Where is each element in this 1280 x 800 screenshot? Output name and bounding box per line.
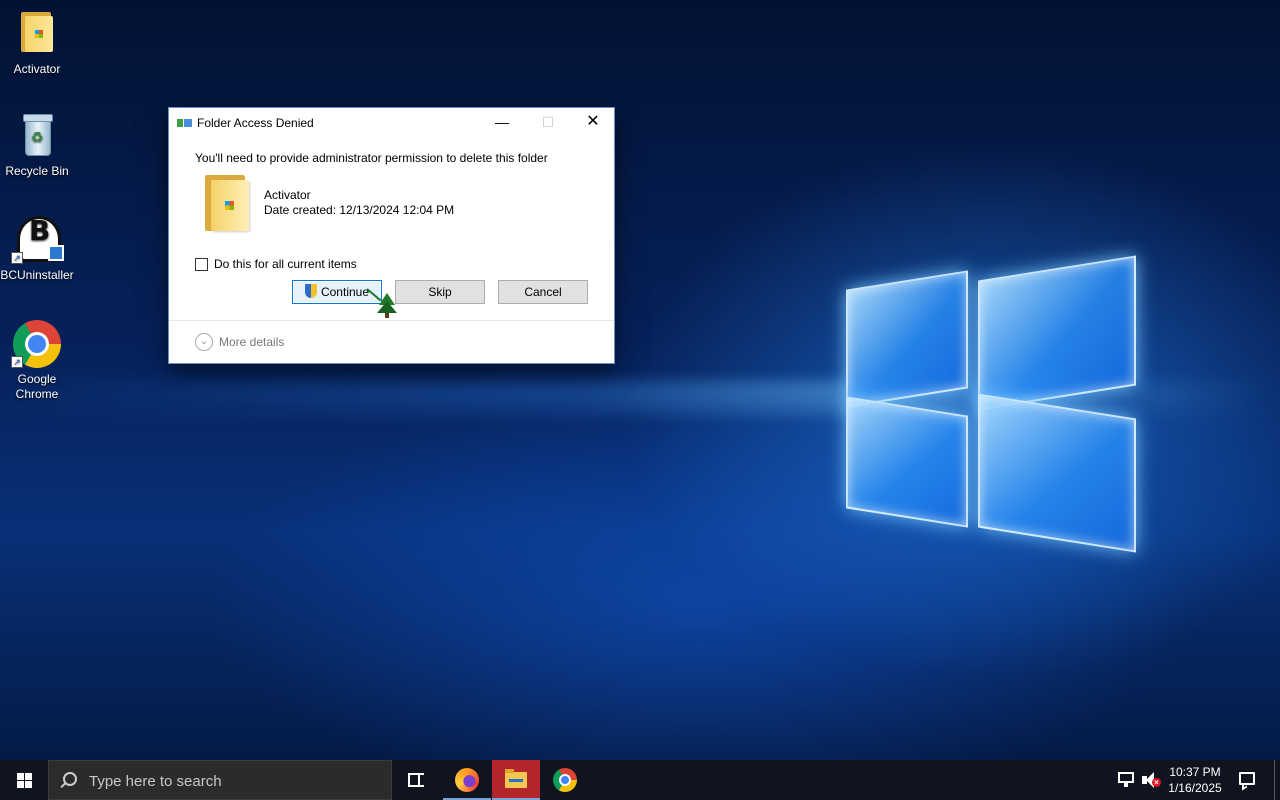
chrome-icon: ↗ <box>11 320 61 368</box>
desktop-icon-recycle-bin[interactable]: ♻ Recycle Bin <box>0 112 74 179</box>
item-name: Activator <box>264 188 311 202</box>
desktop: Activator ♻ Recycle Bin B ↗ BCUninstalle… <box>0 0 1280 760</box>
desktop-icon-label: Activator <box>13 62 61 76</box>
bcuninstaller-icon: B ↗ <box>11 216 64 264</box>
apply-all-row[interactable]: Do this for all current items <box>195 257 357 271</box>
task-view-icon <box>408 773 420 787</box>
folder-icon <box>205 175 251 231</box>
firefox-icon <box>455 768 479 792</box>
search-placeholder: Type here to search <box>89 773 222 790</box>
volume-muted-icon[interactable]: × <box>1142 772 1162 788</box>
network-icon[interactable] <box>1118 772 1136 788</box>
search-icon <box>63 772 77 786</box>
minimize-button[interactable]: — <box>479 108 525 138</box>
dialog-title: Folder Access Denied <box>197 116 314 130</box>
file-explorer-icon <box>505 769 527 788</box>
taskbar-search-box[interactable]: Type here to search <box>48 760 392 800</box>
action-center-button[interactable] <box>1232 760 1262 800</box>
taskbar-file-explorer[interactable] <box>492 760 540 800</box>
windows-logo-pane <box>978 393 1136 553</box>
continue-label: Continue <box>320 285 370 299</box>
dialog-message: You'll need to provide administrator per… <box>195 151 548 165</box>
desktop-icon-label: Recycle Bin <box>5 164 69 178</box>
notification-icon <box>1239 772 1255 785</box>
taskbar-clock[interactable]: 10:37 PM 1/16/2025 <box>1164 764 1226 796</box>
more-details-toggle[interactable]: ⌄ More details <box>195 333 284 351</box>
desktop-icon-google-chrome[interactable]: ↗ Google Chrome <box>0 320 74 402</box>
shortcut-arrow-icon: ↗ <box>11 252 23 264</box>
recycle-bin-icon: ♻ <box>13 112 61 160</box>
desktop-icon-bcuninstaller[interactable]: B ↗ BCUninstaller <box>0 216 74 283</box>
skip-button[interactable]: Skip <box>395 280 485 304</box>
task-view-button[interactable] <box>392 760 440 800</box>
windows-logo-icon <box>17 773 24 780</box>
more-details-label: More details <box>219 335 285 349</box>
desktop-icon-activator[interactable]: Activator <box>0 10 74 77</box>
file-operation-icon <box>177 118 193 128</box>
divider <box>169 320 614 321</box>
clock-time: 10:37 PM <box>1169 765 1221 779</box>
windows-logo-pane <box>846 396 968 528</box>
taskbar: Type here to search × 10:37 PM 1/16/2025 <box>0 760 1280 800</box>
folder-access-denied-dialog: Folder Access Denied — ☐ ✕ You'll need t… <box>168 107 615 364</box>
taskbar-firefox[interactable] <box>443 760 491 800</box>
desktop-icon-label: BCUninstaller <box>0 268 74 282</box>
apply-all-label[interactable]: Do this for all current items <box>214 257 357 271</box>
apply-all-checkbox[interactable] <box>195 257 208 271</box>
maximize-button: ☐ <box>541 114 555 130</box>
clock-date: 1/16/2025 <box>1168 781 1222 795</box>
chevron-down-icon: ⌄ <box>195 333 213 351</box>
chrome-icon <box>553 768 577 792</box>
folder-icon <box>13 10 61 58</box>
taskbar-chrome[interactable] <box>541 760 589 800</box>
show-desktop-button[interactable] <box>1274 760 1280 800</box>
start-button[interactable] <box>0 760 48 800</box>
cancel-button[interactable]: Cancel <box>498 280 588 304</box>
title-bar[interactable]: Folder Access Denied — ☐ ✕ <box>169 108 614 138</box>
uac-shield-icon <box>304 284 317 298</box>
shortcut-arrow-icon: ↗ <box>11 356 23 368</box>
christmas-tree-cursor-icon <box>377 293 397 319</box>
item-date-created: Date created: 12/13/2024 12:04 PM <box>264 203 455 217</box>
windows-logo-pane <box>846 270 968 408</box>
close-button[interactable]: ✕ <box>570 108 616 138</box>
desktop-icon-label: Google Chrome <box>15 372 59 401</box>
windows-logo-pane <box>978 255 1136 411</box>
